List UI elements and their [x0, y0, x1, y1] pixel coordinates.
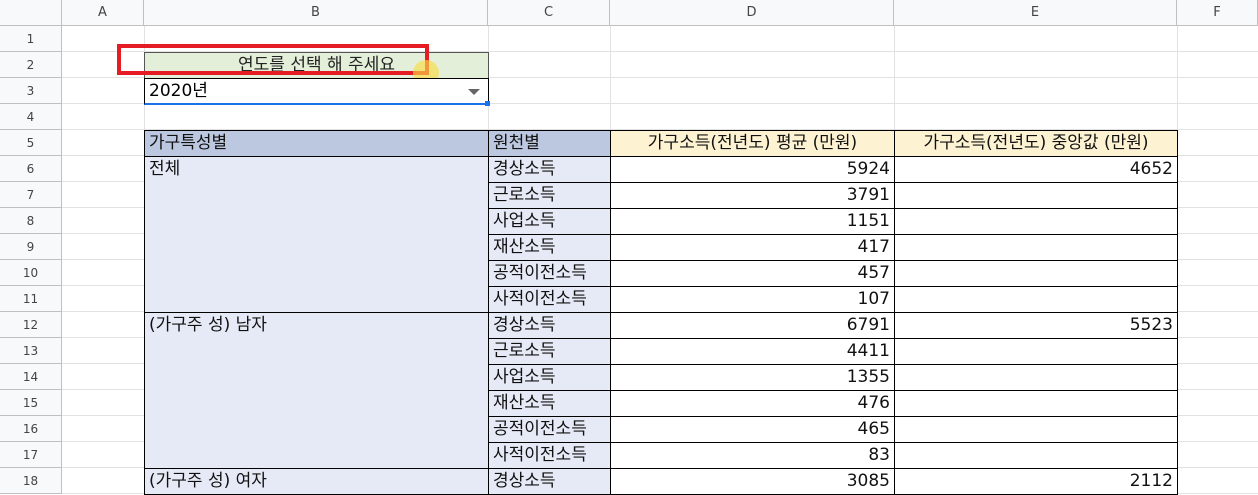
source-cell[interactable]: 경상소득 — [488, 312, 611, 339]
median-value-cell[interactable]: 5523 — [894, 312, 1178, 339]
select-all-corner[interactable] — [0, 0, 62, 26]
source-cell[interactable]: 경상소득 — [488, 156, 611, 183]
median-value-cell[interactable]: 2112 — [894, 468, 1178, 495]
column-header-e[interactable]: E — [894, 0, 1177, 26]
row-header[interactable]: 17 — [0, 442, 62, 468]
column-header-c[interactable]: C — [488, 0, 610, 26]
source-cell[interactable]: 사적이전소득 — [488, 286, 611, 313]
mean-value-cell[interactable]: 465 — [610, 416, 895, 443]
row-header[interactable]: 6 — [0, 156, 62, 182]
mean-value-cell[interactable]: 476 — [610, 390, 895, 417]
row-header[interactable]: 2 — [0, 52, 62, 78]
mean-value-cell[interactable]: 3085 — [610, 468, 895, 495]
source-cell[interactable]: 근로소득 — [488, 338, 611, 365]
source-cell[interactable]: 재산소득 — [488, 390, 611, 417]
header-category: 가구특성별 — [144, 130, 489, 157]
median-empty-cell[interactable] — [894, 338, 1178, 365]
column-header-d[interactable]: D — [610, 0, 894, 26]
mean-value-cell[interactable]: 107 — [610, 286, 895, 313]
source-cell[interactable]: 공적이전소득 — [488, 416, 611, 443]
median-empty-cell[interactable] — [894, 234, 1178, 261]
row-header[interactable]: 1 — [0, 26, 62, 52]
group-label-cell[interactable]: (가구주 성) 남자 — [144, 312, 489, 469]
row-header[interactable]: 7 — [0, 182, 62, 208]
median-empty-cell[interactable] — [894, 208, 1178, 235]
header-mean: 가구소득(전년도) 평균 (만원) — [610, 130, 895, 157]
median-value-cell[interactable]: 4652 — [894, 156, 1178, 183]
group-label-cell[interactable]: 전체 — [144, 156, 489, 313]
header-source: 원천별 — [488, 130, 611, 157]
median-empty-cell[interactable] — [894, 260, 1178, 287]
median-empty-cell[interactable] — [894, 390, 1178, 417]
median-empty-cell[interactable] — [894, 416, 1178, 443]
median-empty-cell[interactable] — [894, 364, 1178, 391]
row-header[interactable]: 15 — [0, 390, 62, 416]
median-empty-cell[interactable] — [894, 442, 1178, 469]
mean-value-cell[interactable]: 1355 — [610, 364, 895, 391]
row-header[interactable]: 8 — [0, 208, 62, 234]
chevron-down-icon[interactable] — [468, 89, 480, 95]
mean-value-cell[interactable]: 6791 — [610, 312, 895, 339]
mean-value-cell[interactable]: 4411 — [610, 338, 895, 365]
row-header[interactable]: 16 — [0, 416, 62, 442]
column-header-a[interactable]: A — [62, 0, 144, 26]
source-cell[interactable]: 사업소득 — [488, 364, 611, 391]
header-median: 가구소득(전년도) 중앙값 (만원) — [894, 130, 1178, 157]
mean-value-cell[interactable]: 417 — [610, 234, 895, 261]
source-cell[interactable]: 경상소득 — [488, 468, 611, 495]
median-empty-cell[interactable] — [894, 286, 1178, 313]
group-label-cell[interactable]: (가구주 성) 여자 — [144, 468, 489, 495]
row-header[interactable]: 5 — [0, 130, 62, 156]
mean-value-cell[interactable]: 3791 — [610, 182, 895, 209]
year-select-value: 2020년 — [149, 81, 208, 101]
source-cell[interactable]: 근로소득 — [488, 182, 611, 209]
row-header[interactable]: 10 — [0, 260, 62, 286]
mean-value-cell[interactable]: 457 — [610, 260, 895, 287]
source-cell[interactable]: 사업소득 — [488, 208, 611, 235]
source-cell[interactable]: 재산소득 — [488, 234, 611, 261]
row-header[interactable]: 11 — [0, 286, 62, 312]
row-header[interactable]: 12 — [0, 312, 62, 338]
row-header[interactable]: 13 — [0, 338, 62, 364]
mean-value-cell[interactable]: 83 — [610, 442, 895, 469]
highlight-box — [117, 44, 429, 75]
column-header-b[interactable]: B — [144, 0, 488, 26]
source-cell[interactable]: 사적이전소득 — [488, 442, 611, 469]
year-select-dropdown[interactable]: 2020년 — [144, 78, 489, 105]
column-header-f[interactable]: F — [1177, 0, 1258, 26]
row-header[interactable]: 18 — [0, 468, 62, 494]
row-header[interactable]: 3 — [0, 78, 62, 104]
row-header[interactable]: 4 — [0, 104, 62, 130]
mean-value-cell[interactable]: 5924 — [610, 156, 895, 183]
row-header[interactable]: 14 — [0, 364, 62, 390]
fill-handle[interactable] — [485, 101, 490, 106]
mean-value-cell[interactable]: 1151 — [610, 208, 895, 235]
source-cell[interactable]: 공적이전소득 — [488, 260, 611, 287]
row-header[interactable]: 9 — [0, 234, 62, 260]
median-empty-cell[interactable] — [894, 182, 1178, 209]
